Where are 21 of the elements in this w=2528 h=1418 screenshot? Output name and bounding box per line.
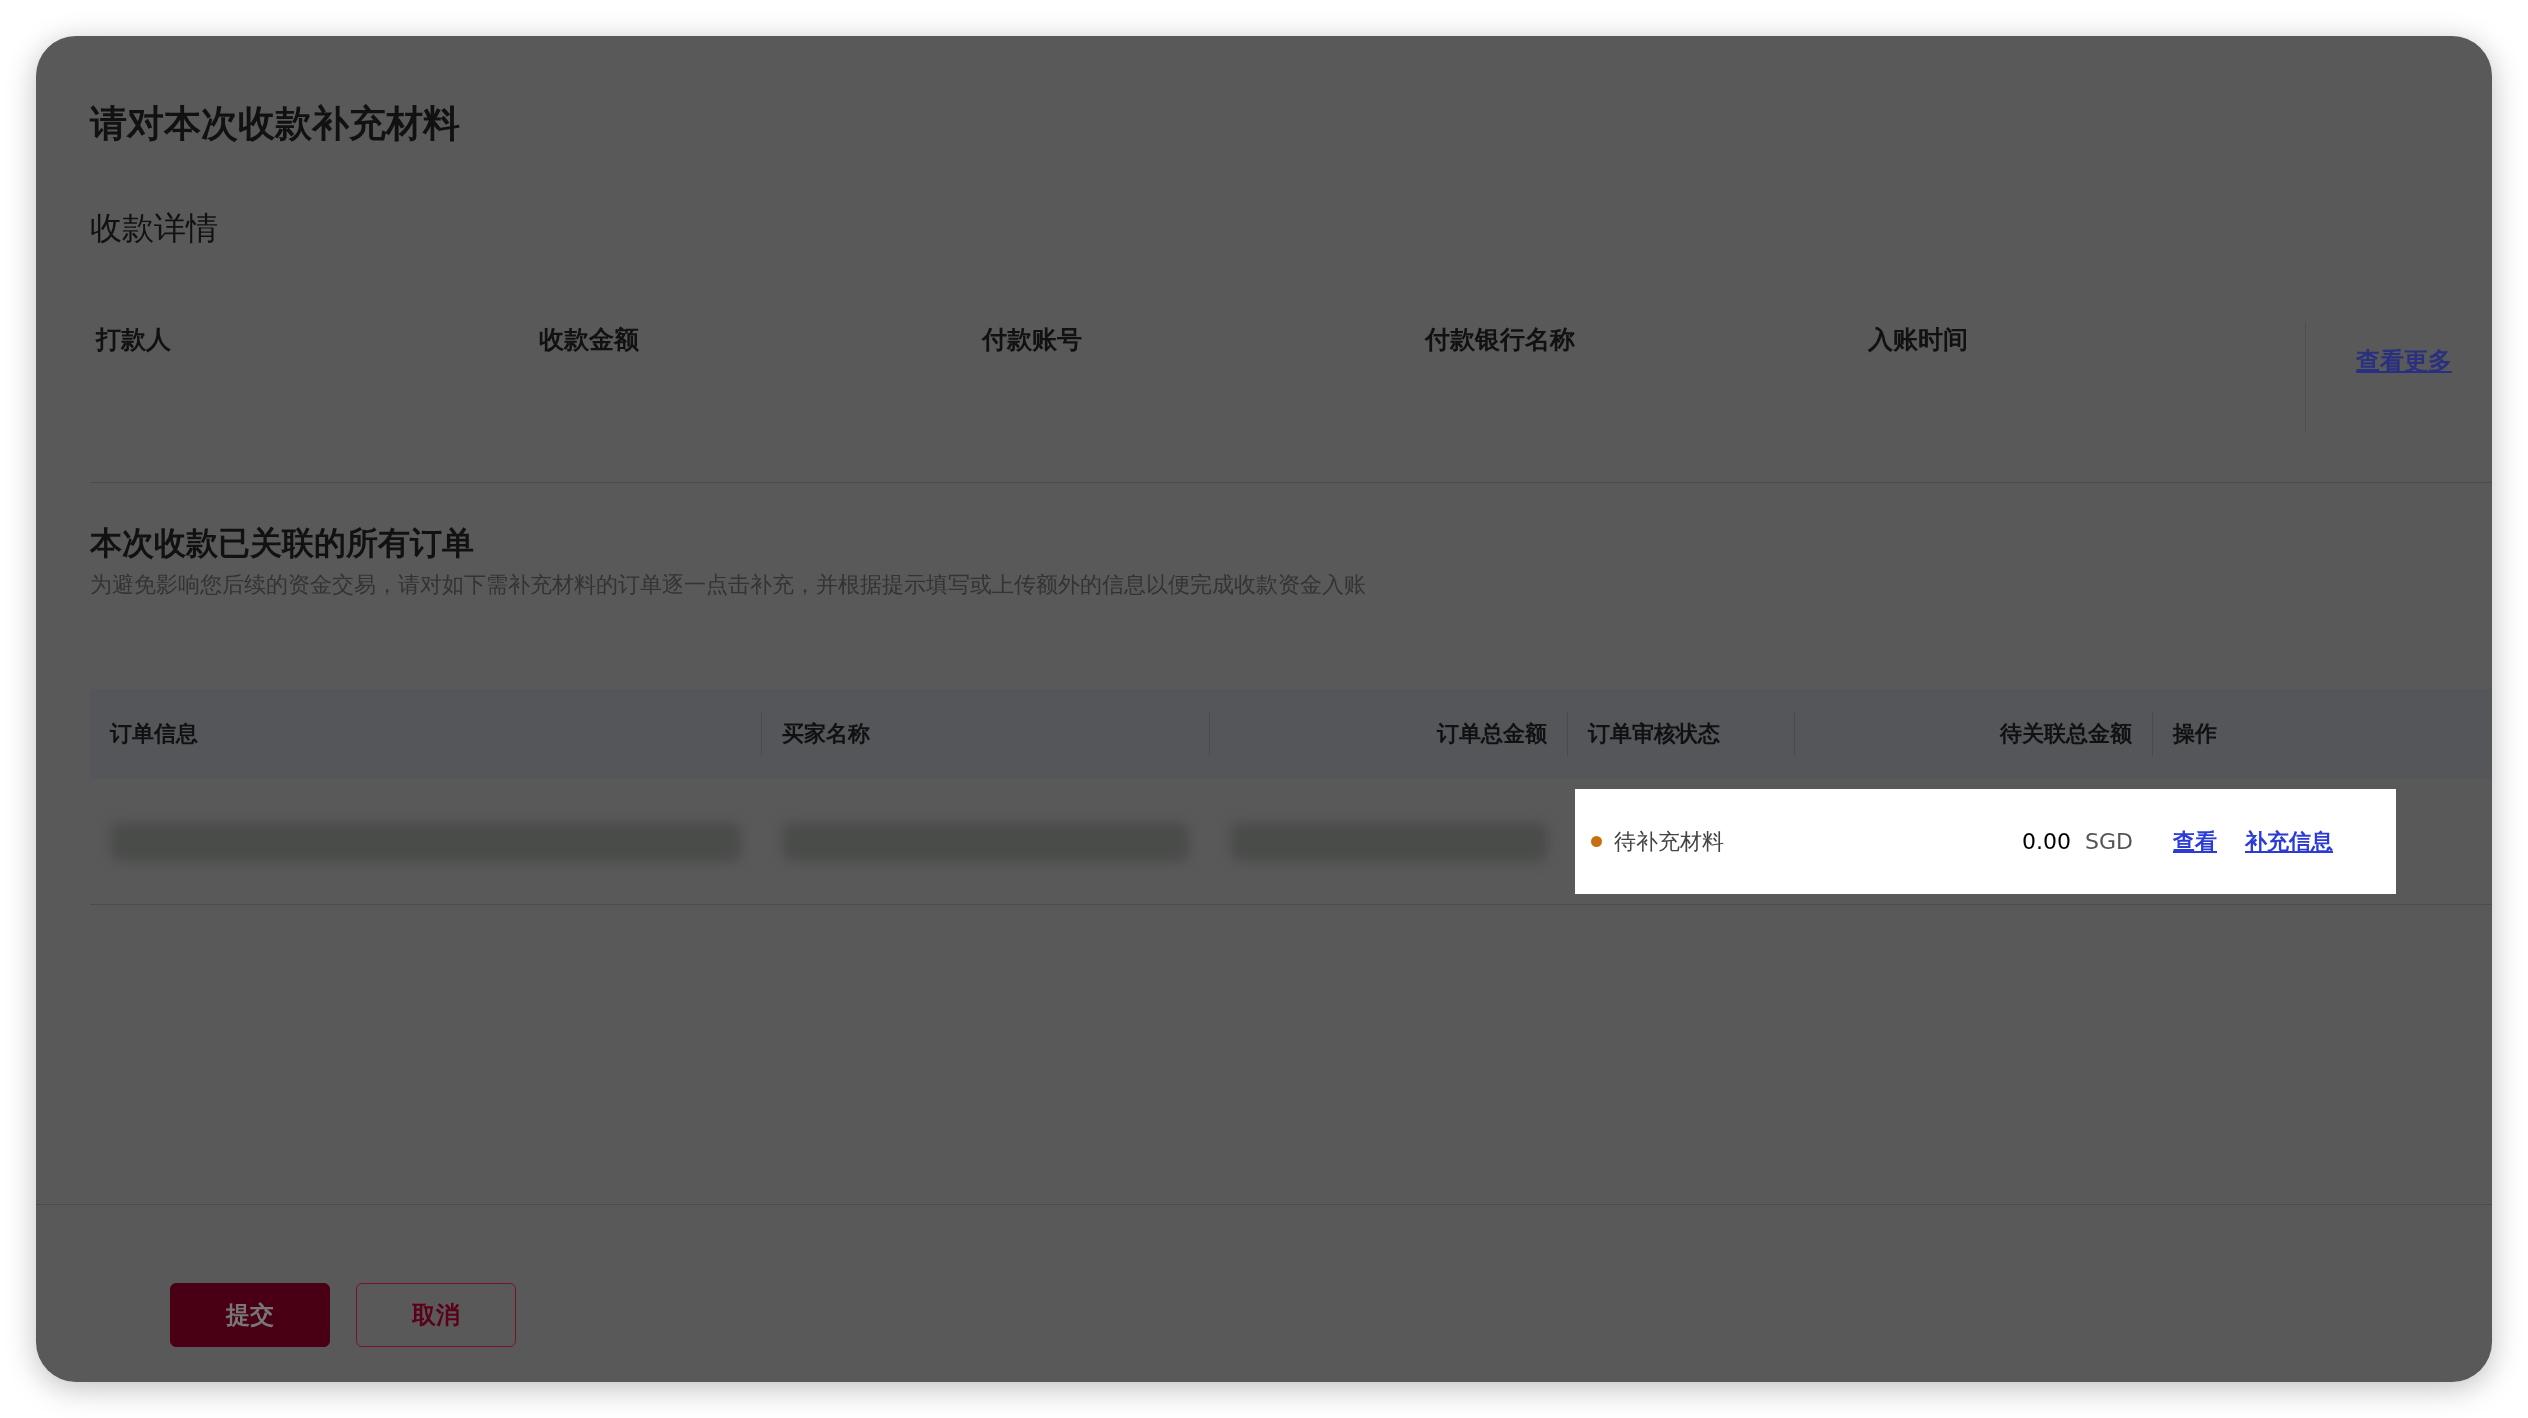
submit-button[interactable]: 提交 xyxy=(170,1283,330,1347)
action-link[interactable]: 查看 xyxy=(2173,826,2217,857)
field-label: 付款银行名称 xyxy=(1425,324,1575,356)
action-link[interactable]: 补充信息 xyxy=(2245,826,2333,857)
field-label: 收款金额 xyxy=(539,324,639,356)
column-header: 待关联总金额 xyxy=(1795,712,2153,756)
dialog-title: 请对本次收款补充材料 xyxy=(90,101,461,147)
field-label: 打款人 xyxy=(96,324,171,356)
column-header: 订单信息 xyxy=(90,712,762,756)
column-header: 订单审核状态 xyxy=(1568,712,1795,756)
status-text: 待补充材料 xyxy=(1614,827,1724,856)
section-title: 本次收款已关联的所有订单 xyxy=(90,523,475,564)
field-label: 付款账号 xyxy=(982,324,1082,356)
column-header: 操作 xyxy=(2171,720,2218,748)
currency-code: SGD xyxy=(2085,829,2133,854)
column-header: 买家名称 xyxy=(762,712,1210,756)
column-header: 订单总金额 xyxy=(1210,712,1568,756)
cancel-button[interactable]: 取消 xyxy=(356,1283,516,1347)
amount-value: 0.00 xyxy=(2022,829,2072,854)
field-label: 入账时间 xyxy=(1868,324,1968,356)
section-title: 收款详情 xyxy=(90,208,219,249)
